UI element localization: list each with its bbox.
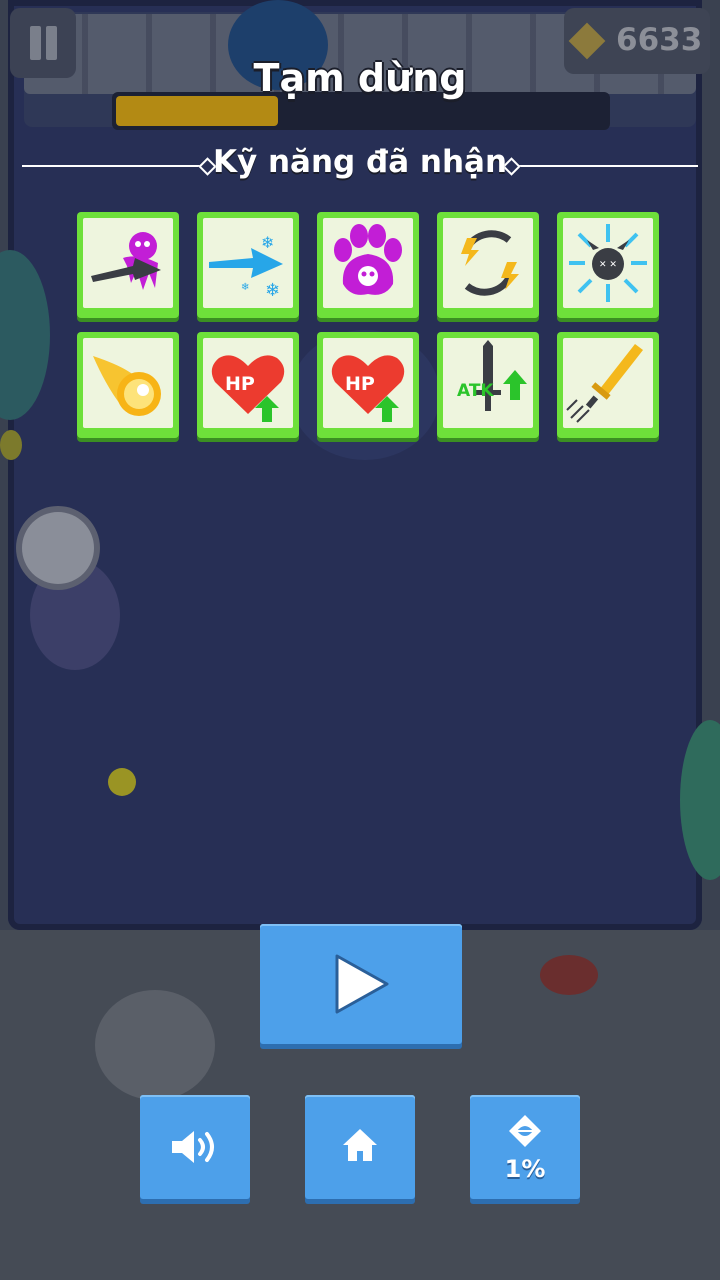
skill-slot-5[interactable]: ✕ ✕	[557, 212, 659, 318]
skill-slot-9[interactable]: ATK	[437, 332, 539, 438]
hp-up-skill-icon: HP	[203, 338, 293, 428]
atk-up-skill-icon: ATK	[443, 338, 533, 428]
speaker-icon	[172, 1131, 214, 1163]
auto-aim-percent: 1%	[504, 1155, 546, 1183]
poison-pet-skill-icon	[323, 218, 413, 308]
pause-icon-bar	[30, 26, 41, 60]
skill-slot-2[interactable]: ❄ ❄ ❄	[197, 212, 299, 318]
fireball-skill-icon	[83, 338, 173, 428]
poison-arrow-skill-icon	[83, 218, 173, 308]
fast-sword-skill-icon	[563, 338, 653, 428]
joystick-knob	[22, 512, 94, 584]
boss-health-fill	[116, 96, 278, 126]
skill-slot-7[interactable]: HP	[197, 332, 299, 438]
game-background: 6633	[0, 0, 720, 1280]
acquired-skills-heading: Kỹ năng đã nhận	[212, 144, 508, 180]
freeze-arrow-skill-icon: ❄ ❄ ❄	[203, 218, 293, 308]
gem-icon	[568, 22, 606, 60]
pause-icon-bar	[46, 26, 57, 60]
svg-text:✕ ✕: ✕ ✕	[599, 260, 617, 270]
sound-button[interactable]	[140, 1095, 250, 1199]
dropped-item	[540, 955, 598, 995]
freeze-skull-skill-icon: ✕ ✕	[563, 218, 653, 308]
hp-up-skill-icon: HP	[323, 338, 413, 428]
skill-slot-10[interactable]	[557, 332, 659, 438]
play-icon	[335, 954, 389, 1014]
auto-aim-button[interactable]: 1%	[470, 1095, 580, 1199]
gem-count: 6633	[616, 22, 703, 58]
svg-text:❄: ❄	[261, 233, 274, 252]
skill-slot-4[interactable]	[437, 212, 539, 318]
lightning-circle-skill-icon	[443, 218, 533, 308]
coin-left	[0, 430, 22, 460]
coin-drop	[108, 768, 136, 796]
skill-slot-1[interactable]	[77, 212, 179, 318]
auto-aim-icon	[509, 1115, 541, 1147]
hp-label: HP	[345, 373, 375, 395]
svg-text:❄: ❄	[265, 280, 280, 301]
home-icon	[343, 1129, 377, 1161]
pause-title: Tạm dừng	[253, 56, 467, 100]
skill-slot-6[interactable]	[77, 332, 179, 438]
skill-slot-3[interactable]	[317, 212, 419, 318]
snow-mound	[95, 990, 215, 1100]
resume-button[interactable]	[260, 924, 462, 1044]
hp-label: HP	[225, 373, 255, 395]
atk-label: ATK	[457, 381, 494, 401]
svg-text:❄: ❄	[241, 282, 249, 293]
home-button[interactable]	[305, 1095, 415, 1199]
skill-slot-8[interactable]: HP	[317, 332, 419, 438]
